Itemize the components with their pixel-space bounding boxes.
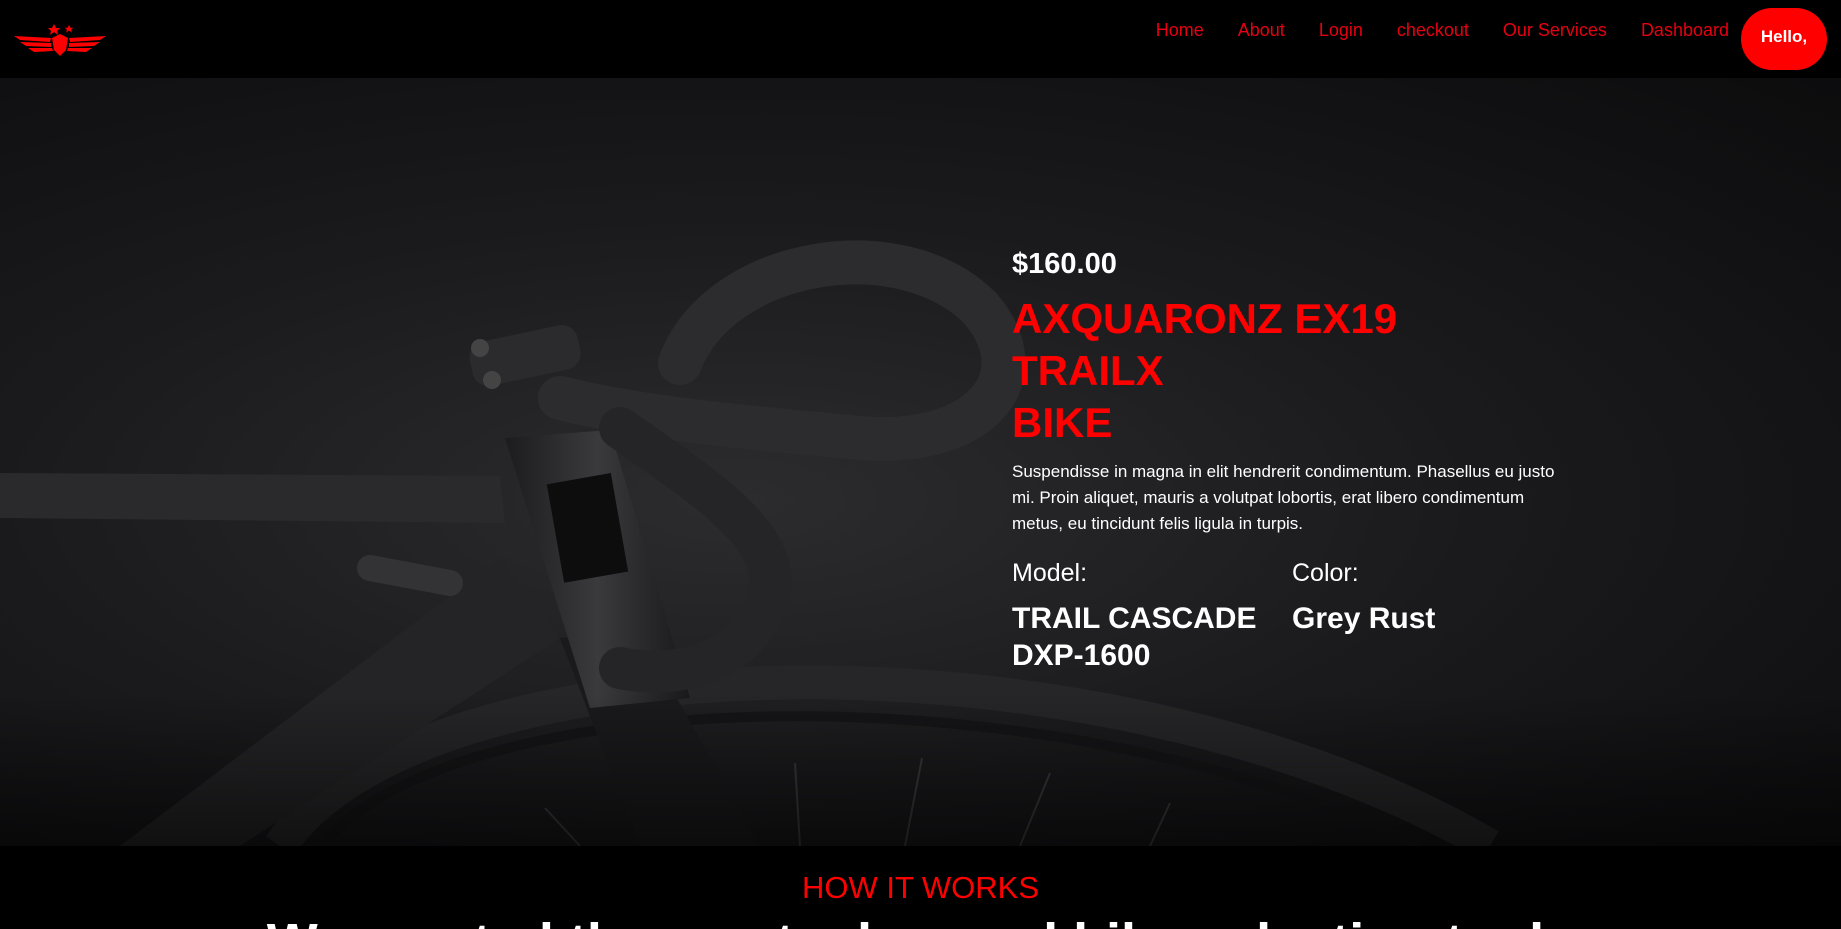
color-spec: Color: Grey Rust: [1292, 559, 1572, 674]
top-navbar: Home About Login checkout Our Services D…: [0, 0, 1841, 78]
model-spec: Model: TRAIL CASCADE DXP-1600: [1012, 559, 1292, 674]
model-value-line: TRAIL CASCADE: [1012, 602, 1257, 635]
product-title: AXQUARONZ EX19 TRAILX BIKE: [1012, 293, 1572, 449]
model-value-line: DXP-1600: [1012, 639, 1151, 672]
product-specs: Model: TRAIL CASCADE DXP-1600 Color: Gre…: [1012, 559, 1572, 674]
how-it-works-section: HOW IT WORKS We created the most advance…: [0, 846, 1841, 929]
hero-section: $160.00 AXQUARONZ EX19 TRAILX BIKE Suspe…: [0, 78, 1841, 846]
product-description: Suspendisse in magna in elit hendrerit c…: [1012, 462, 1555, 533]
nav-links: Home About Login checkout Our Services D…: [1122, 0, 1729, 60]
nav-link-home[interactable]: Home: [1156, 20, 1204, 41]
nav-link-about[interactable]: About: [1238, 20, 1285, 41]
how-it-works-label: HOW IT WORKS: [801, 870, 1040, 905]
nav-link-login[interactable]: Login: [1319, 20, 1363, 41]
color-label: Color:: [1292, 559, 1359, 587]
nav-link-dashboard[interactable]: Dashboard: [1641, 20, 1729, 41]
hello-user-button[interactable]: Hello,: [1741, 8, 1827, 70]
model-label: Model:: [1012, 559, 1088, 587]
winged-logo-icon[interactable]: [14, 20, 106, 60]
how-it-works-heading: We created the most advanced bike select…: [0, 912, 1841, 929]
product-title-line: BIKE: [1012, 399, 1113, 446]
product-title-line: TRAILX: [1012, 347, 1164, 394]
product-title-line: AXQUARONZ EX19: [1012, 295, 1398, 342]
nav-link-checkout[interactable]: checkout: [1397, 20, 1469, 41]
product-price: $160.00: [1012, 248, 1117, 280]
color-value: Grey Rust: [1292, 602, 1436, 635]
nav-link-our-services[interactable]: Our Services: [1503, 20, 1607, 41]
model-value: TRAIL CASCADE DXP-1600: [1012, 600, 1292, 674]
product-details: $160.00 AXQUARONZ EX19 TRAILX BIKE Suspe…: [1012, 248, 1572, 674]
